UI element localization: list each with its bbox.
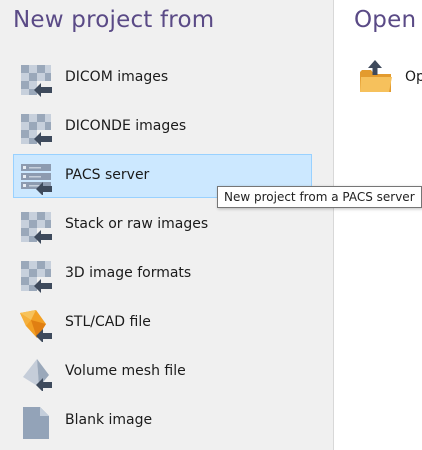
new-blank-image-item[interactable]: Blank image	[13, 399, 312, 443]
item-label: PACS server	[65, 167, 150, 183]
dicom-import-icon	[21, 65, 52, 97]
tooltip: New project from a PACS server	[217, 186, 422, 208]
open-project-item[interactable]: Op	[358, 58, 422, 98]
blank-image-icon	[23, 407, 49, 439]
stl-cad-icon	[20, 310, 52, 342]
open-project-title: Open p	[354, 7, 422, 33]
open-project-panel: Open p Op	[334, 0, 422, 450]
diconde-import-icon	[21, 114, 52, 146]
new-from-dicom-item[interactable]: DICOM images	[13, 56, 312, 100]
item-label: DICONDE images	[65, 118, 187, 134]
new-from-stack-item[interactable]: Stack or raw images	[13, 203, 312, 247]
new-project-panel: New project from DICOM images DICONDE im…	[0, 0, 333, 450]
open-folder-icon	[360, 60, 392, 92]
new-from-volume-mesh-item[interactable]: Volume mesh file	[13, 350, 312, 394]
new-from-3d-formats-item[interactable]: 3D image formats	[13, 252, 312, 296]
item-label: 3D image formats	[65, 265, 192, 281]
new-from-stl-cad-item[interactable]: STL/CAD file	[13, 301, 312, 345]
stack-import-icon	[21, 212, 52, 244]
new-from-diconde-item[interactable]: DICONDE images	[13, 105, 312, 149]
item-label: Stack or raw images	[65, 216, 209, 232]
volume-mesh-icon	[23, 359, 52, 391]
item-label: STL/CAD file	[65, 314, 151, 330]
3d-image-import-icon	[21, 261, 52, 293]
item-label: Volume mesh file	[65, 363, 186, 379]
item-label: Blank image	[65, 412, 153, 428]
pacs-server-icon	[21, 164, 52, 195]
open-item-label: Op	[405, 69, 422, 85]
new-project-title: New project from	[13, 7, 215, 33]
item-label: DICOM images	[65, 69, 169, 85]
